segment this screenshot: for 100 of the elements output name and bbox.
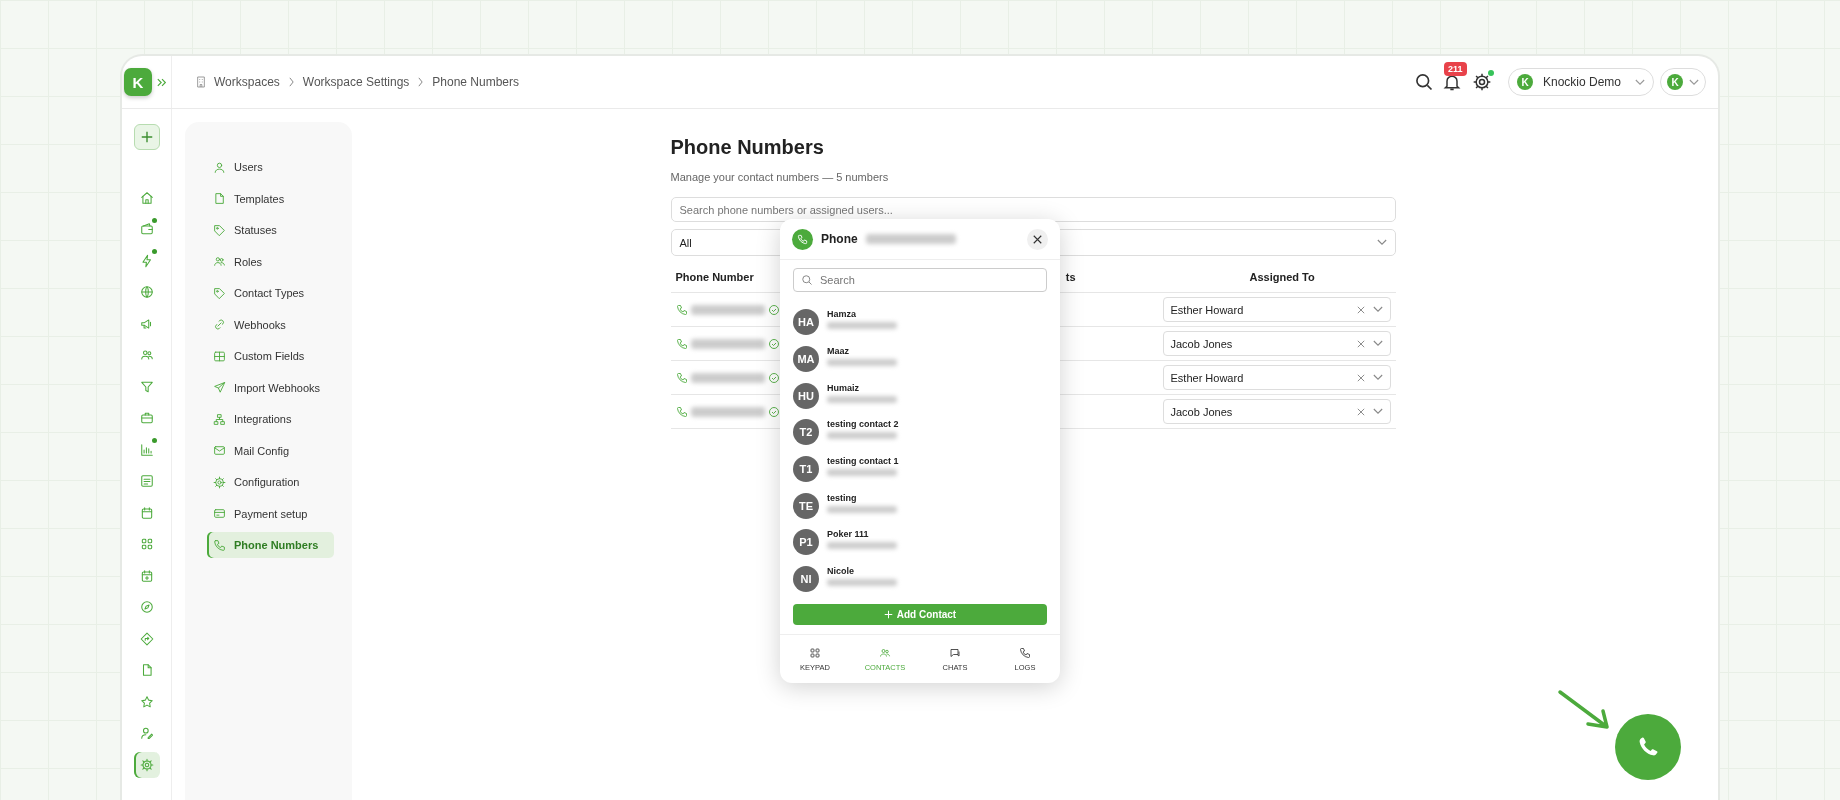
contact-name[interactable]: testing <box>827 492 897 503</box>
search-icon[interactable] <box>1414 72 1434 92</box>
grid-icon <box>809 646 821 659</box>
contact-name[interactable]: testing contact 2 <box>827 419 899 430</box>
mail-icon <box>213 444 226 457</box>
chevron-right-icon <box>287 77 295 87</box>
settings-nav-item[interactable]: Webhooks <box>207 311 334 338</box>
contact-avatar: MA <box>793 346 819 373</box>
megaphone-icon <box>139 316 154 331</box>
compass-icon <box>139 600 154 615</box>
gear-icon <box>139 757 154 772</box>
settings-nav-item[interactable]: Statuses <box>207 217 334 243</box>
double-chevron-icon[interactable] <box>157 77 167 87</box>
chevron-down-icon <box>1376 239 1387 246</box>
close-icon <box>1033 234 1042 244</box>
settings-nav-item[interactable]: Roles <box>207 248 334 275</box>
wallet-icon <box>139 222 154 237</box>
search-icon <box>801 274 813 286</box>
plus-icon <box>883 609 893 619</box>
plus-icon <box>139 130 154 144</box>
column-header: ts <box>1065 271 1076 283</box>
page-subtitle: Manage your contact numbers — 5 numbers <box>670 171 890 183</box>
contact-avatar: T1 <box>793 456 819 483</box>
clear-icon[interactable] <box>1356 305 1365 314</box>
settings-nav-item[interactable]: Import Webhooks <box>207 374 334 401</box>
contact-name[interactable]: Maaz <box>827 346 897 357</box>
calendar-plus-icon <box>139 568 154 583</box>
phone-icon <box>792 228 813 250</box>
settings-nav-item[interactable]: Integrations <box>207 406 334 432</box>
blurred-number <box>827 395 897 403</box>
contact-name[interactable]: testing contact 1 <box>827 456 899 467</box>
clear-icon[interactable] <box>1356 407 1365 416</box>
search-field[interactable]: Search phone numbers or assigned users... <box>670 197 1396 222</box>
home-icon <box>139 190 154 205</box>
building-icon <box>196 76 206 88</box>
blurred-number <box>827 579 897 587</box>
phone-icon <box>675 405 688 418</box>
chevron-down-icon <box>1372 306 1383 313</box>
contact-avatar: P1 <box>793 529 819 556</box>
assignee-select[interactable]: Esther Howard <box>1162 297 1391 322</box>
grid-icon <box>139 537 154 552</box>
contact-name[interactable]: Humaiz <box>827 382 897 393</box>
send-icon <box>213 381 226 394</box>
star-icon <box>139 694 154 709</box>
settings-nav-item[interactable]: Configuration <box>207 469 334 495</box>
phone-icon <box>675 303 688 316</box>
briefcase-icon <box>139 411 154 426</box>
chevron-down-icon <box>1372 374 1383 381</box>
gear-nav-button[interactable] <box>133 751 160 778</box>
search-field[interactable]: Search <box>793 268 1047 292</box>
workspace-selector[interactable]: K Knockio Demo <box>1508 68 1654 96</box>
add-button[interactable] <box>133 124 160 150</box>
settings-nav-item[interactable]: Payment setup <box>207 500 334 527</box>
chart-icon <box>139 442 154 457</box>
settings-nav-item[interactable]: Users <box>207 154 334 180</box>
settings-nav-item[interactable]: Contact Types <box>207 280 334 306</box>
assignee-select[interactable]: Esther Howard <box>1162 365 1391 390</box>
settings-nav-item[interactable]: Phone Numbers <box>207 532 334 558</box>
contact-name[interactable]: Nicole <box>827 566 897 577</box>
gear-icon <box>213 475 226 489</box>
chevron-down-icon <box>1372 408 1383 415</box>
phone-icon <box>213 538 226 552</box>
workspace-logo: K <box>1517 74 1533 90</box>
breadcrumb-link[interactable]: Workspaces <box>214 75 280 89</box>
people-icon <box>213 255 226 268</box>
user-icon <box>213 160 226 174</box>
dialer-title: Phone <box>821 232 858 246</box>
card-icon <box>213 507 226 520</box>
chevron-down-icon <box>1372 340 1383 347</box>
clear-icon[interactable] <box>1356 373 1365 382</box>
chat-icon <box>949 646 961 659</box>
people-icon <box>879 646 891 659</box>
phone-icon <box>675 337 688 350</box>
check-circle-icon <box>767 337 780 350</box>
notification-badge: 211 <box>1444 62 1467 76</box>
phone-icon <box>1019 646 1031 659</box>
assignee-select[interactable]: Jacob Jones <box>1162 331 1391 356</box>
settings-nav-item[interactable]: Custom Fields <box>207 343 334 369</box>
column-header: Assigned To <box>1248 271 1315 283</box>
document-icon <box>213 192 226 205</box>
blurred-number <box>827 432 897 440</box>
globe-icon <box>139 285 154 300</box>
contact-name[interactable]: Poker 111 <box>827 529 897 540</box>
assignee-select[interactable]: Jacob Jones <box>1162 399 1391 424</box>
task-icon <box>139 474 154 489</box>
filter-icon <box>139 379 154 394</box>
settings-icon[interactable] <box>1472 72 1492 92</box>
contact-name[interactable]: Hamza <box>827 309 897 320</box>
settings-nav-item[interactable]: Mail Config <box>207 437 334 464</box>
clear-icon[interactable] <box>1356 339 1365 348</box>
settings-nav-item[interactable]: Templates <box>207 185 334 212</box>
hierarchy-icon <box>213 412 226 426</box>
breadcrumb-link[interactable]: Phone Numbers <box>432 75 520 89</box>
tag-icon <box>213 286 226 300</box>
contact-avatar: T2 <box>793 419 819 446</box>
breadcrumb-link[interactable]: Workspace Settings <box>302 75 410 89</box>
close-button[interactable] <box>1027 228 1048 250</box>
bolt-icon <box>139 253 154 268</box>
blurred-number <box>827 322 897 330</box>
check-circle-icon <box>767 371 780 384</box>
